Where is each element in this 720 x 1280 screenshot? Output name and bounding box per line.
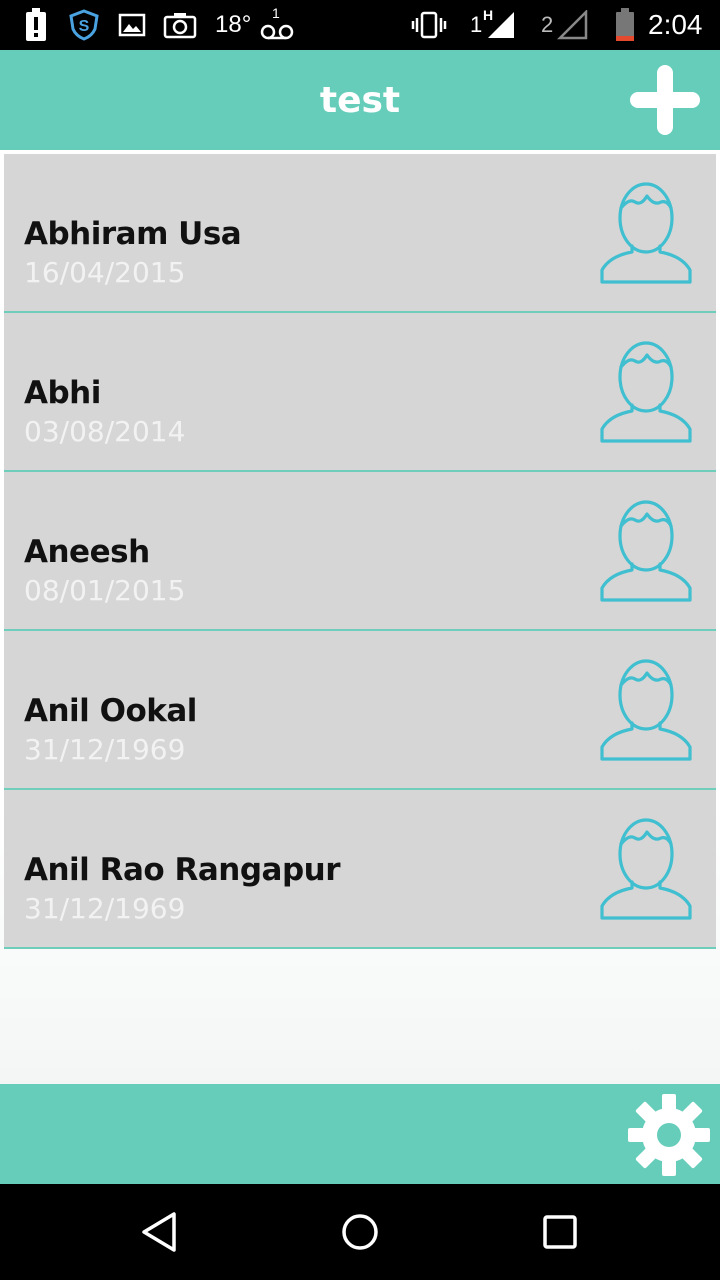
voicemail-count: 1 bbox=[272, 5, 280, 21]
system-nav-bar bbox=[0, 1184, 720, 1280]
sim2-label: 2 bbox=[541, 12, 554, 37]
contact-row[interactable]: Abhi 03/08/2014 bbox=[4, 313, 716, 472]
home-circle-icon bbox=[342, 1214, 378, 1250]
contact-name: Abhi bbox=[24, 375, 101, 411]
plus-icon bbox=[630, 65, 700, 135]
add-contact-button[interactable] bbox=[628, 63, 702, 137]
contact-name: Anil Rao Rangapur bbox=[24, 852, 341, 888]
person-avatar-icon bbox=[600, 341, 692, 443]
bottom-bar bbox=[0, 1084, 720, 1184]
battery-alert-icon bbox=[24, 0, 48, 50]
gear-icon bbox=[628, 1094, 710, 1176]
status-bar: S 18° 1 1 H 2 2:04 bbox=[0, 0, 720, 50]
person-avatar-icon bbox=[600, 182, 692, 284]
contact-list-area: Abhiram Usa 16/04/2015 Abhi 03/08/2014 A… bbox=[0, 150, 720, 1084]
temperature-text: 18° bbox=[215, 11, 252, 38]
contact-date: 16/04/2015 bbox=[24, 256, 186, 289]
contact-list: Abhiram Usa 16/04/2015 Abhi 03/08/2014 A… bbox=[4, 154, 716, 949]
contact-name: Anil Ookal bbox=[24, 693, 197, 729]
back-triangle-icon bbox=[142, 1212, 176, 1252]
image-icon bbox=[118, 0, 146, 50]
contact-row[interactable]: Aneesh 08/01/2015 bbox=[4, 472, 716, 631]
contact-row[interactable]: Anil Ookal 31/12/1969 bbox=[4, 631, 716, 790]
settings-button[interactable] bbox=[626, 1092, 712, 1178]
recents-square-icon bbox=[543, 1215, 577, 1249]
contact-date: 08/01/2015 bbox=[24, 574, 186, 607]
contact-name: Abhiram Usa bbox=[24, 216, 242, 252]
svg-text:S: S bbox=[79, 18, 90, 35]
contact-name: Aneesh bbox=[24, 534, 150, 570]
contact-date: 31/12/1969 bbox=[24, 733, 186, 766]
person-avatar-icon bbox=[600, 818, 692, 920]
signal-sim1-icon bbox=[484, 0, 516, 50]
person-avatar-icon bbox=[600, 659, 692, 761]
contact-date: 03/08/2014 bbox=[24, 415, 186, 448]
camera-icon bbox=[163, 0, 197, 50]
person-avatar-icon bbox=[600, 500, 692, 602]
battery-low-icon bbox=[614, 0, 636, 50]
vibrate-icon bbox=[410, 0, 448, 50]
page-title: test bbox=[319, 79, 401, 121]
contact-row[interactable]: Abhiram Usa 16/04/2015 bbox=[4, 154, 716, 313]
contact-row[interactable]: Anil Rao Rangapur 31/12/1969 bbox=[4, 790, 716, 949]
recents-button[interactable] bbox=[536, 1208, 584, 1256]
sim1-label: 1 bbox=[470, 12, 483, 37]
shield-icon: S bbox=[68, 0, 100, 50]
contact-date: 31/12/1969 bbox=[24, 892, 186, 925]
home-button[interactable] bbox=[336, 1208, 384, 1256]
app-bar: test bbox=[0, 50, 720, 150]
clock: 2:04 bbox=[648, 9, 703, 40]
signal-sim2-icon bbox=[556, 0, 588, 50]
back-button[interactable] bbox=[136, 1208, 184, 1256]
